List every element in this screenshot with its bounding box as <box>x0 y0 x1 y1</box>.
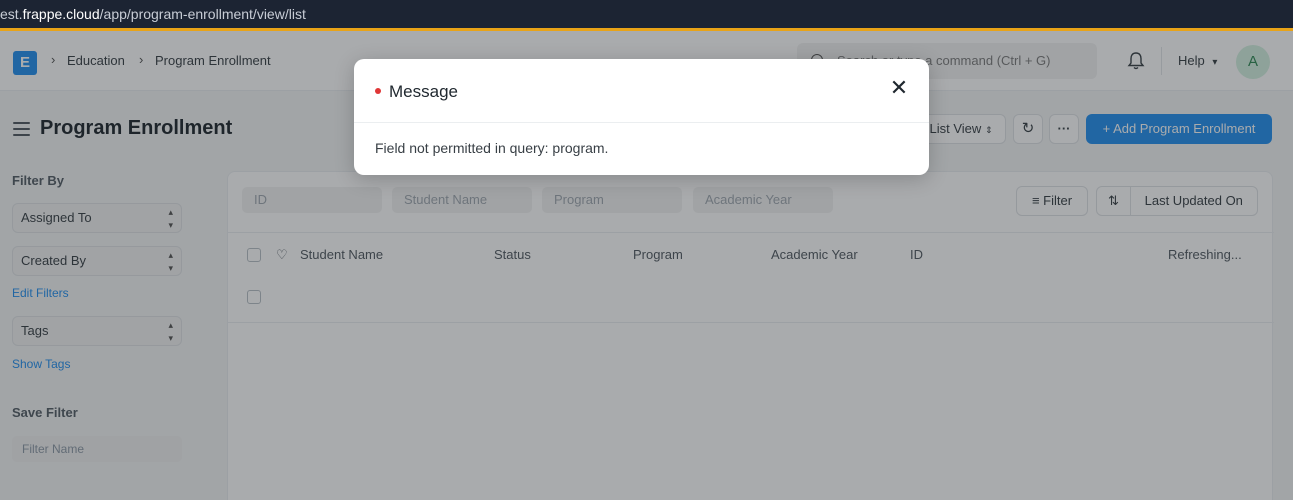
dialog-message: Field not permitted in query: program. <box>375 140 609 156</box>
url-host: frappe.cloud <box>22 6 100 22</box>
close-icon[interactable]: ✕ <box>889 77 909 99</box>
dialog-divider <box>354 122 929 123</box>
url-prefix: est. <box>0 6 23 22</box>
url-path: /app/program-enrollment/view/list <box>99 6 306 22</box>
dialog-title: Message <box>389 82 458 101</box>
error-indicator-dot <box>375 88 381 94</box>
message-dialog: Message ✕ Field not permitted in query: … <box>354 59 929 175</box>
browser-url-bar[interactable]: est.frappe.cloud/app/program-enrollment/… <box>0 0 1293 28</box>
